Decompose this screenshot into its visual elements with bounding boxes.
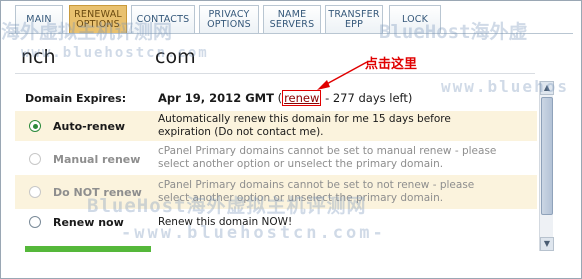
auto-renew-desc-line1: Automatically renew this domain for me 1… <box>158 113 451 125</box>
tab-privacy-label: PRIVACY OPTIONS <box>207 9 251 30</box>
tab-main[interactable]: MAIN <box>15 5 63 33</box>
do-not-renew-desc-line2: select another option or unselect the pr… <box>158 192 444 204</box>
manual-renew-radio[interactable] <box>29 153 41 165</box>
tab-contacts[interactable]: CONTACTS <box>131 5 195 33</box>
expires-label: Domain Expires: <box>25 92 127 105</box>
auto-renew-label: Auto-renew <box>53 120 126 133</box>
scroll-up-icon[interactable]: ▲ <box>540 81 554 95</box>
annotation-label: 点击这里 <box>365 57 418 72</box>
manual-renew-label: Manual renew <box>53 153 141 166</box>
tab-divider <box>9 33 573 34</box>
auto-renew-radio[interactable] <box>29 120 41 132</box>
domain-name: nch <box>21 46 56 68</box>
scrollbar-thumb[interactable] <box>541 97 553 215</box>
option-row-auto-renew[interactable]: Auto-renew Automatically renew this doma… <box>15 111 537 141</box>
option-row-do-not-renew[interactable]: Do NOT renew cPanel Primary domains cann… <box>15 175 537 209</box>
tab-transfer-epp[interactable]: TRANSFER EPP <box>325 5 383 33</box>
tab-privacy-options[interactable]: PRIVACY OPTIONS <box>199 5 259 33</box>
tab-main-label: MAIN <box>26 13 52 25</box>
do-not-renew-desc-line1: cPanel Primary domains cannot be set to … <box>158 179 475 191</box>
scroll-down-icon[interactable]: ▼ <box>540 237 554 251</box>
manual-renew-desc-line2: select another option or unselect the pr… <box>158 158 444 170</box>
domain-tld: com <box>155 46 196 68</box>
expires-date: Apr 19, 2012 GMT <box>158 91 274 105</box>
tab-contacts-label: CONTACTS <box>136 13 190 25</box>
tab-nameservers-label-line2: SERVERS <box>269 18 315 30</box>
vertical-scrollbar[interactable]: ▲ ▼ <box>539 81 554 251</box>
do-not-renew-label: Do NOT renew <box>53 186 142 199</box>
renewal-panel: Domain Expires: Apr 19, 2012 GMT (renew … <box>15 81 537 261</box>
renew-link-highlight: renew <box>282 90 322 106</box>
auto-renew-desc-line2: expiration (Do not contact me). <box>158 126 324 138</box>
do-not-renew-description: cPanel Primary domains cannot be set to … <box>158 179 533 205</box>
tab-transfer-label: TRANSFER EPP <box>328 9 379 30</box>
tab-privacy-label-line2: OPTIONS <box>207 18 251 30</box>
do-not-renew-radio[interactable] <box>29 186 41 198</box>
renew-now-radio[interactable] <box>29 216 41 228</box>
header-divider <box>15 73 535 74</box>
option-row-renew-now[interactable]: Renew now Renew this domain NOW! <box>15 211 537 235</box>
tab-renewal-options[interactable]: RENEWAL OPTIONS <box>69 5 127 33</box>
renewal-window: MAIN RENEWAL OPTIONS CONTACTS PRIVACY OP… <box>0 0 582 279</box>
auto-renew-description: Automatically renew this domain for me 1… <box>158 113 533 139</box>
manual-renew-description: cPanel Primary domains cannot be set to … <box>158 145 533 171</box>
tab-nameservers-label: NAME SERVERS <box>269 9 315 30</box>
days-left: - 277 days left) <box>325 91 413 105</box>
expires-row: Domain Expires: Apr 19, 2012 GMT (renew … <box>15 87 537 109</box>
tab-renewal-label-line2: OPTIONS <box>76 18 120 30</box>
tab-transfer-label-line2: EPP <box>344 18 364 30</box>
expires-value: Apr 19, 2012 GMT (renew - 277 days left) <box>158 90 413 106</box>
renew-link[interactable]: renew <box>284 91 319 105</box>
renew-now-description: Renew this domain NOW! <box>158 216 293 228</box>
tab-lock-label: LOCK <box>401 13 429 25</box>
tab-lock[interactable]: LOCK <box>389 5 441 33</box>
option-row-manual-renew[interactable]: Manual renew cPanel Primary domains cann… <box>15 143 537 173</box>
renew-now-label: Renew now <box>53 216 124 229</box>
manual-renew-desc-line1: cPanel Primary domains cannot be set to … <box>158 145 497 157</box>
tab-renewal-label: RENEWAL OPTIONS <box>74 9 122 30</box>
tab-name-servers[interactable]: NAME SERVERS <box>263 5 321 33</box>
submit-button-partial[interactable] <box>25 246 151 252</box>
